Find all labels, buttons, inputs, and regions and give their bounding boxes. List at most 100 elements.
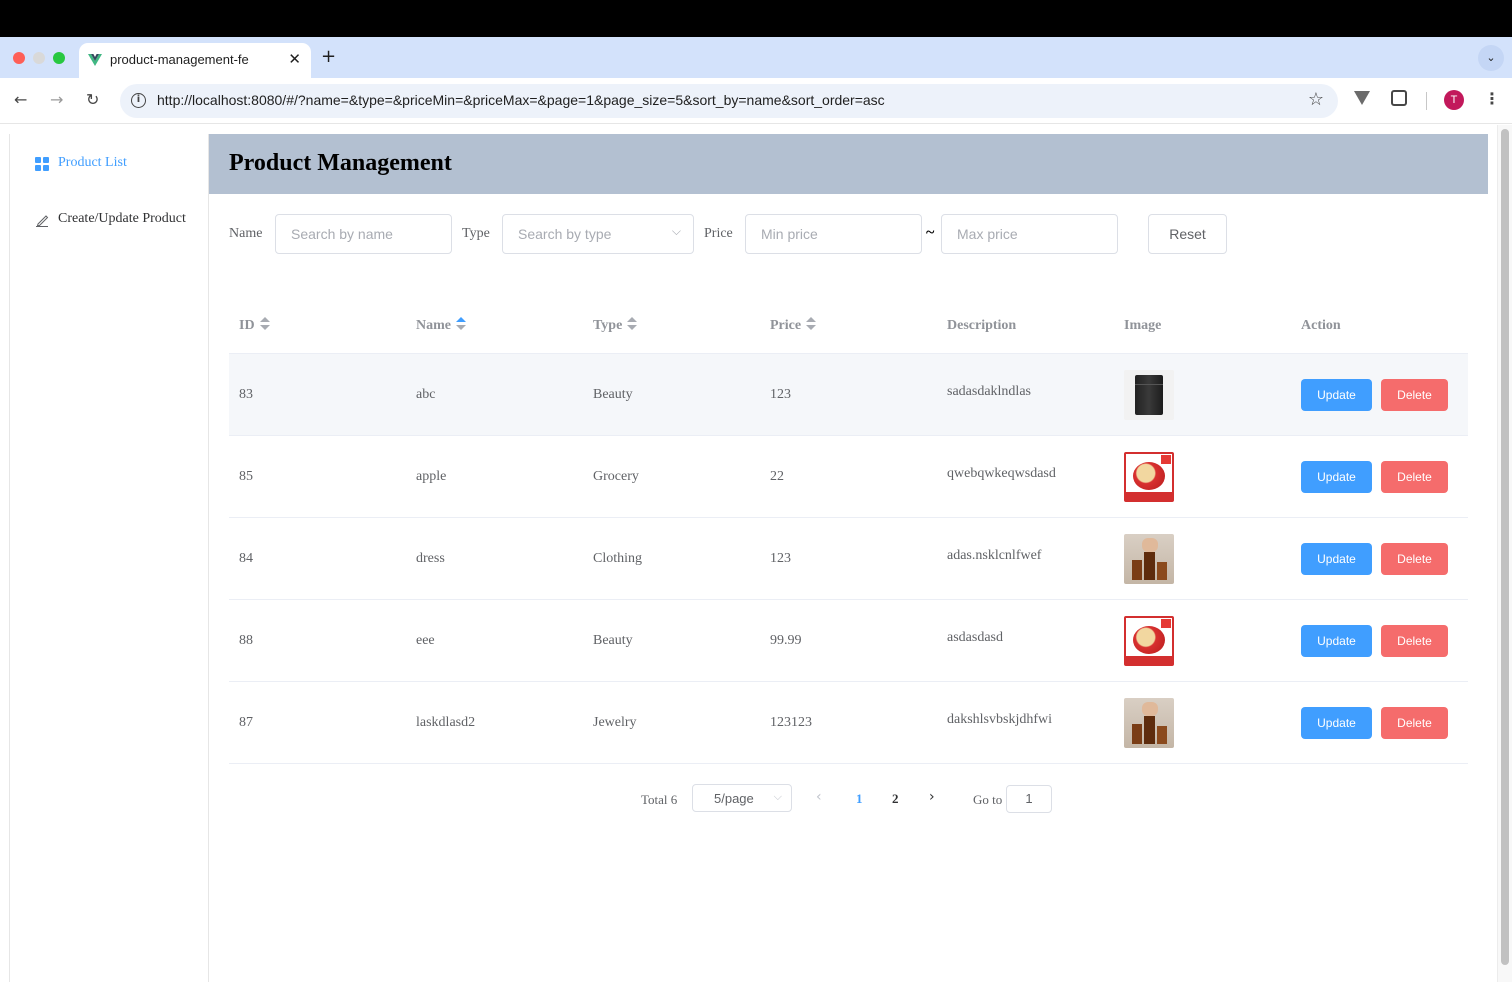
product-image-refrigerator[interactable] (1124, 370, 1174, 420)
tab-close-icon[interactable]: ✕ (288, 50, 301, 68)
update-button[interactable]: Update (1301, 543, 1372, 575)
page-number-1[interactable]: 1 (856, 791, 863, 807)
extensions-puzzle-icon[interactable] (1391, 90, 1407, 106)
column-header-id[interactable]: ID (239, 316, 270, 334)
name-search-placeholder: Search by name (291, 226, 393, 242)
type-filter-label: Type (462, 226, 490, 241)
column-header-type[interactable]: Type (593, 316, 638, 334)
page-scrollbar[interactable] (1497, 125, 1512, 982)
cell-price: 99.99 (770, 633, 802, 648)
app-page: Product List Create/Update Product Produ… (0, 125, 1512, 982)
delete-button[interactable]: Delete (1381, 543, 1448, 575)
update-button[interactable]: Update (1301, 379, 1372, 411)
cell-type: Grocery (593, 469, 639, 484)
update-button[interactable]: Update (1301, 461, 1372, 493)
url-text[interactable]: http://localhost:8080/#/?name=&type=&pri… (157, 92, 885, 108)
prev-page-button[interactable]: ‹ (816, 789, 822, 805)
toolbar-divider (1426, 92, 1427, 110)
max-price-placeholder: Max price (957, 226, 1018, 242)
cell-name: apple (416, 469, 447, 484)
min-price-placeholder: Min price (761, 226, 818, 242)
delete-button[interactable]: Delete (1381, 707, 1448, 739)
name-search-input[interactable]: Search by name (275, 214, 452, 254)
pagination: Total 6 5/page ⌵ ‹ 1 2 › Go to 1 (209, 784, 1488, 814)
forward-arrow-icon[interactable]: → (50, 90, 63, 109)
extension-icon[interactable] (1354, 91, 1370, 105)
cell-price: 123 (770, 551, 791, 566)
column-header-label: ID (239, 318, 255, 333)
browser-toolbar: ← → ↻ i http://localhost:8080/#/?name=&t… (0, 78, 1512, 124)
screen-top-bar (0, 0, 1512, 37)
product-image-perfume-bottles[interactable] (1124, 698, 1174, 748)
column-header-price[interactable]: Price (770, 316, 817, 334)
table-row: 87 laskdlasd2 Jewelry 123123 dakshlsvbsk… (229, 682, 1468, 764)
cell-description: asdasdasd (947, 630, 1003, 645)
sidebar-item-product-list[interactable]: Product List (10, 135, 209, 191)
sort-caret-icon[interactable] (456, 316, 466, 331)
page-size-select[interactable]: 5/page ⌵ (692, 784, 792, 812)
column-header-action: Action (1301, 318, 1341, 333)
cell-id: 84 (239, 551, 253, 566)
type-select[interactable]: Search by type ⌵ (502, 214, 694, 254)
cell-price: 123 (770, 387, 791, 402)
sidebar-item-label: Product List (58, 155, 127, 170)
update-button[interactable]: Update (1301, 625, 1372, 657)
main-content: Product Management Name Search by name T… (209, 134, 1488, 982)
page-title: Product Management (229, 150, 452, 176)
delete-button[interactable]: Delete (1381, 461, 1448, 493)
cell-description: sadasdaklndlas (947, 384, 1031, 399)
next-page-button[interactable]: › (929, 789, 935, 805)
reset-button[interactable]: Reset (1148, 214, 1227, 254)
profile-avatar[interactable]: T (1444, 90, 1464, 110)
cell-description: qwebqwkeqwsdasd (947, 466, 1056, 481)
product-image-apple[interactable] (1124, 616, 1174, 666)
pagination-total: Total 6 (641, 792, 678, 807)
sidebar-item-create-update-product[interactable]: Create/Update Product (10, 191, 209, 247)
new-tab-button[interactable]: + (321, 46, 336, 67)
cell-price: 123123 (770, 715, 812, 730)
min-price-input[interactable]: Min price (745, 214, 922, 254)
cell-description: dakshlsvbskjdhfwi (947, 712, 1052, 727)
column-header-name[interactable]: Name (416, 316, 466, 334)
tab-title: product-management-fe (110, 52, 249, 67)
cell-type: Beauty (593, 387, 633, 402)
site-info-icon[interactable]: i (131, 93, 146, 108)
max-price-input[interactable]: Max price (941, 214, 1118, 254)
delete-button[interactable]: Delete (1381, 379, 1448, 411)
window-maximize-button[interactable] (53, 52, 65, 64)
product-image-apple[interactable] (1124, 452, 1174, 502)
cell-type: Clothing (593, 551, 643, 566)
reload-icon[interactable]: ↻ (86, 90, 99, 109)
window-minimize-button[interactable] (33, 52, 45, 64)
window-close-button[interactable] (13, 52, 25, 64)
page-number-2[interactable]: 2 (892, 791, 899, 807)
column-header-description: Description (947, 318, 1017, 333)
filter-bar: Name Search by name Type Search by type … (229, 214, 1469, 254)
back-arrow-icon[interactable]: ← (14, 90, 27, 109)
delete-button[interactable]: Delete (1381, 625, 1448, 657)
sort-caret-icon[interactable] (806, 316, 817, 331)
table-row: 85 apple Grocery 22 qwebqwkeqwsdasd Upda… (229, 436, 1468, 518)
sort-caret-icon[interactable] (259, 316, 270, 331)
cell-name: laskdlasd2 (416, 715, 476, 730)
update-button[interactable]: Update (1301, 707, 1372, 739)
cell-name: abc (416, 387, 436, 402)
address-bar[interactable]: i http://localhost:8080/#/?name=&type=&p… (120, 84, 1338, 118)
bookmark-star-icon[interactable]: ☆ (1308, 89, 1324, 110)
sort-caret-icon[interactable] (627, 316, 638, 331)
cell-id: 83 (239, 387, 253, 402)
table-row: 88 eee Beauty 99.99 asdasdasd Update Del… (229, 600, 1468, 682)
browser-tab[interactable]: product-management-fe ✕ (79, 43, 311, 78)
cell-id: 85 (239, 469, 253, 484)
product-image-perfume-bottles[interactable] (1124, 534, 1174, 584)
scrollbar-thumb[interactable] (1501, 129, 1509, 965)
cell-description: adas.nsklcnlfwef (947, 548, 1042, 563)
cell-id: 87 (239, 715, 253, 730)
browser-menu-icon[interactable]: ⋮ (1484, 89, 1500, 108)
goto-page-input[interactable]: 1 (1006, 785, 1052, 813)
tab-search-chevron-icon[interactable]: ⌄ (1478, 45, 1504, 71)
vue-logo-icon (88, 54, 102, 66)
column-header-label: Name (416, 318, 451, 333)
sidebar: Product List Create/Update Product (9, 134, 209, 982)
page-size-value: 5/page (714, 791, 754, 806)
